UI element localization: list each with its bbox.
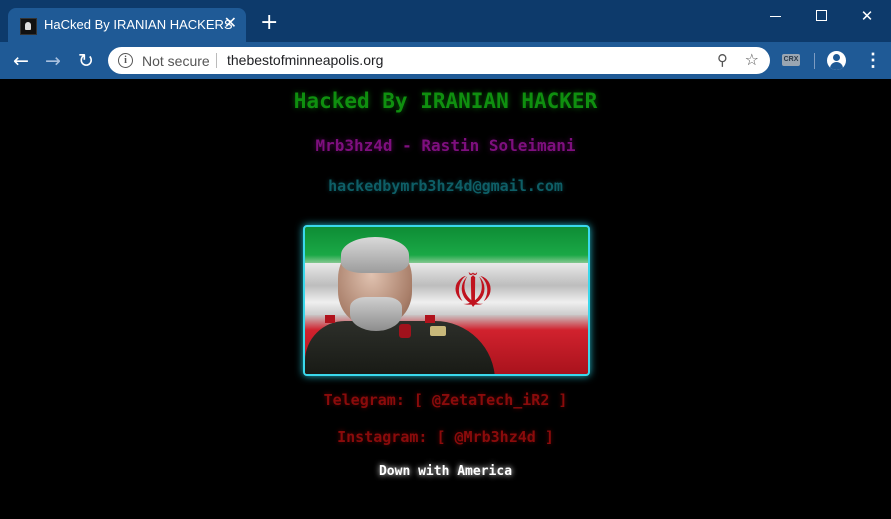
contact-email: hackedbymrb3hz4d@gmail.com (328, 177, 563, 195)
page-heading: Hacked By IRANIAN HACKER (293, 89, 598, 113)
tab-close-icon[interactable]: ✕ (224, 15, 237, 33)
instagram-line: Instagram: [ @Mrb3hz4d ] (337, 428, 554, 446)
minimize-button[interactable] (752, 4, 798, 28)
maximize-button[interactable] (798, 4, 844, 28)
minimize-icon (770, 16, 781, 17)
portrait-beard (350, 297, 402, 331)
uniform-badge (399, 324, 411, 338)
forward-button[interactable]: → (40, 48, 66, 74)
url-text[interactable]: thebestofminneapolis.org (227, 52, 383, 68)
flag-portrait-image: ☫ (303, 225, 590, 376)
page-content: Hacked By IRANIAN HACKER Mrb3hz4d - Rast… (0, 79, 891, 519)
close-window-button[interactable]: ✕ (844, 4, 890, 28)
favicon-icon (20, 18, 37, 35)
browser-tab[interactable]: HaCked By IRANIAN HACKERS ✕ (8, 8, 246, 42)
tab-title: HaCked By IRANIAN HACKERS (44, 17, 233, 32)
reload-button[interactable]: ↻ (73, 48, 99, 74)
collar-tab (325, 315, 335, 323)
author-line: Mrb3hz4d - Rastin Soleimani (315, 136, 576, 155)
browser-toolbar: ← → ↻ i Not secure thebestofminneapolis.… (0, 42, 891, 79)
divider (216, 53, 217, 68)
info-icon[interactable]: i (118, 53, 133, 68)
new-tab-button[interactable]: + (260, 12, 278, 34)
maximize-icon (816, 10, 827, 21)
avatar-head (833, 54, 840, 61)
security-status[interactable]: Not secure (142, 53, 210, 69)
flag-emblem-icon: ☫ (451, 263, 495, 319)
bookmark-star-icon[interactable]: ☆ (745, 50, 759, 69)
address-bar[interactable]: i Not secure thebestofminneapolis.org ⚲ … (108, 47, 770, 74)
avatar-body (830, 62, 843, 70)
back-button[interactable]: ← (8, 48, 34, 74)
portrait-hair (341, 237, 409, 273)
collar-tab (425, 315, 435, 323)
telegram-line: Telegram: [ @ZetaTech_iR2 ] (323, 391, 568, 409)
toolbar-divider (814, 53, 815, 69)
uniform-badge (430, 326, 446, 336)
extension-crx-icon[interactable]: CRX (782, 54, 800, 66)
footer-slogan: Down with America (378, 464, 513, 479)
profile-avatar-icon[interactable] (827, 51, 846, 70)
browser-menu-icon[interactable]: ⋮ (864, 51, 882, 69)
browser-title-bar: HaCked By IRANIAN HACKERS ✕ + ✕ (0, 0, 891, 42)
search-zoom-icon[interactable]: ⚲ (717, 51, 728, 69)
